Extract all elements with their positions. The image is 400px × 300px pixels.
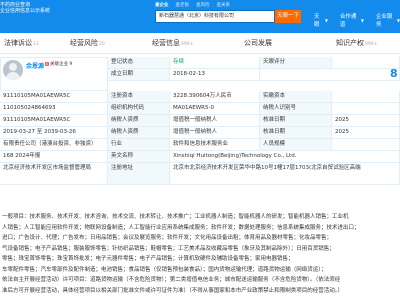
tab-count: 999+ <box>181 42 194 47</box>
info-row-6: 2019-03-27 至 2039-03-26 纳税人资质 增值税一般纳税人 核… <box>0 127 400 139</box>
avatar-body <box>6 72 20 80</box>
business-scope: 一般项目：技术服务、技术开发、技术咨询、技术交流、技术转让、技术推广；工业机器人… <box>0 212 400 300</box>
label-address: 注册地址 <box>108 163 170 185</box>
scope-line: 零售；珠宝首饰零售；珠宝首饰批发；电子元器件零售；电子产品销售；计算机软硬件及辅… <box>2 256 294 262</box>
value-registration-authority: 北京经济技术开发区市场监督管理局 <box>0 163 108 185</box>
label-taxpayer-qual: 纳税人资质 <box>108 115 170 127</box>
tab-label: 知识产权 <box>336 39 364 47</box>
value-staff-size <box>332 139 400 151</box>
tab-label: 公司发展 <box>244 39 272 47</box>
label-org-code: 组织机构代码 <box>108 103 170 115</box>
scope-line: 进口；广告设计、代理；广告发布；日用品销售；会议及展览服务；软件开发；文化用品设… <box>2 235 333 241</box>
label-approval-date: 核准日期 <box>260 115 332 127</box>
info-row-3: 91110105MA01AEWR5C 注册资本 3228.390604万人民币 … <box>0 91 400 103</box>
value-approval-date: 2025 <box>332 115 400 127</box>
value-company-type: 有限责任公司（港澳台投资、非独资） <box>0 139 108 151</box>
top-search-bar: 不的商业查询 企业信用信息公示系统 查企业 查老板 查风险 查关系 新石器慧通（… <box>0 0 400 33</box>
scope-line: 车零配件零售；汽车零部件及配件制造；电池销售；食品销售（仅销售预包装食品）；国内… <box>2 266 327 273</box>
label-english-name: 英文名称 <box>108 151 170 163</box>
related-company-tag[interactable]: 关关联企业 9 <box>45 61 72 67</box>
label-taxpayer-id: 纳税人识别号 <box>260 103 332 115</box>
tab-label: 法律诉讼 <box>4 39 32 47</box>
tab-development[interactable]: 公司发展 <box>218 38 308 48</box>
banner-line2: 企业信用信息公示系统 <box>0 8 51 14</box>
value-taxpayer-qual: 增值税一般纳税人 <box>170 115 260 127</box>
search-input[interactable]: 新石器慧通（北京）科技有限公司 <box>155 10 275 23</box>
tab-count: 999+ <box>365 42 378 47</box>
label-taxpayer-qual-2: 纳税人资质 <box>108 127 170 139</box>
section-tabs: 法律诉讼13 经营风险20 经营信息999+ 公司发展 知识产权999+ <box>0 33 400 54</box>
value-approval-date-2: 2025 <box>332 127 400 139</box>
search-tab-risk[interactable]: 查风险 <box>196 2 210 8</box>
info-row-2: 成立日期 2018-02-13 <box>108 69 400 81</box>
value-org-code: MA01AEWR5-0 <box>170 103 260 115</box>
label-approval-date-2: 核准日期 <box>260 127 332 139</box>
related-tag-label: 关联企业 9 <box>50 62 73 67</box>
value-registered-capital: 3228.390604万人民币 <box>170 91 260 103</box>
info-row-1: 登记状态 存续 天眼评分 <box>108 57 400 69</box>
scope-line: 人销售；人工智能应用软件开发；物联网设备制造；人工智能行业应用系统集成服务；软件… <box>2 224 360 231</box>
value-business-term: 2019-03-27 至 2039-03-26 <box>0 127 108 139</box>
label-score: 天眼评分 <box>260 57 332 69</box>
search-type-tabs: 查企业 查老板 查风险 查关系 <box>155 2 230 8</box>
top-link-enterprise[interactable]: 企业服务 ▼ <box>376 12 400 28</box>
value-established: 2018-02-13 <box>170 69 260 81</box>
label-registered-capital: 注册资本 <box>108 91 170 103</box>
scope-line: 气设备销售；电子产品销售；服装服饰零售；针纺织品销售；鞋帽零售；工艺美术品及收藏… <box>2 245 335 252</box>
search-button[interactable]: 天眼一下 <box>275 10 301 23</box>
tab-label: 经营风险 <box>70 39 98 47</box>
tab-operation[interactable]: 经营信息999+ <box>132 38 218 48</box>
avatar-head <box>9 63 17 71</box>
search-tab-relation[interactable]: 查关系 <box>217 2 231 8</box>
info-row-7: 有限责任公司（港澳台投资、非独资） 行业 软件和信息技术服务业 人员规模 <box>0 139 400 151</box>
info-row-4: 110105024864693 组织机构代码 MA01AEWR5-0 纳税人识别… <box>0 103 400 115</box>
tab-risk[interactable]: 经营风险20 <box>58 38 132 48</box>
tab-count: 13 <box>33 42 39 47</box>
cell-blank <box>260 69 400 81</box>
scope-line: 准后方可开展经营活动，具体经营项目以相关部门批准文件或许可证件为准）（不得从事国… <box>2 287 344 294</box>
site-banner: 不的商业查询 企业信用信息公示系统 <box>0 2 50 14</box>
value-credit-code: 91110105MA01AEWR5C <box>0 91 108 103</box>
top-link-tianyan[interactable]: 天眼 ▼ <box>314 12 328 28</box>
value-address[interactable]: 北京市北京经济技术开发区荣华中路10号1幢17层1703(北京自贸试验区高端 <box>170 163 400 185</box>
label-paid-capital: 实缴资本 <box>260 91 332 103</box>
value-english-name: Xinshiqi Huitong(Beijing)Technology Co.,… <box>170 151 400 163</box>
tab-ip[interactable]: 知识产权999+ <box>308 38 398 48</box>
value-reg-number: 110105024864693 <box>0 103 108 115</box>
value-taxpayer-qual-2: 增值税一般纳税人 <box>170 127 260 139</box>
label-industry: 行业 <box>108 139 170 151</box>
tab-label: 经营信息 <box>152 39 180 47</box>
top-link-partner[interactable]: 合作通道 ▼ <box>340 12 364 28</box>
top-link-label: 企业服务 <box>375 14 393 28</box>
search-tab-company[interactable]: 查企业 <box>155 2 169 8</box>
related-icon: 关 <box>45 61 49 66</box>
value-taxpayer-id <box>332 103 400 115</box>
search-tab-boss[interactable]: 查老板 <box>176 2 190 8</box>
label-status: 登记状态 <box>108 57 170 69</box>
value-status: 存续 <box>170 57 260 69</box>
label-staff-size: 人员规模 <box>260 139 332 151</box>
chevron-down-icon: ▼ <box>360 17 364 23</box>
avatar[interactable] <box>3 60 23 80</box>
label-established: 成立日期 <box>108 69 170 81</box>
company-info-table: 余恩源 关关联企业 9 登记状态 存续 天眼评分 成立日期 2018-02-13… <box>0 57 400 200</box>
info-row-9: 北京经济技术开发区市场监督管理局 注册地址 北京市北京经济技术开发区荣华中路10… <box>0 163 400 185</box>
info-row-5: 91110105MA01AEWR5C 纳税人资质 增值税一般纳税人 核准日期 2… <box>0 115 400 127</box>
tab-legal[interactable]: 法律诉讼13 <box>0 38 58 48</box>
scope-line: 依法自主开展经营活动）许可项目：道路货物运输（不含危险货物）；第二类增值电信业务… <box>2 277 341 283</box>
value-insured: 168 2024年报 <box>0 151 108 163</box>
chevron-down-icon: ▼ <box>324 17 328 23</box>
top-links: 天眼 ▼ 合作通道 ▼ 企业服务 ▼ <box>314 12 400 28</box>
legal-rep-cell: 余恩源 关关联企业 9 <box>0 57 108 91</box>
value-credit-code-2: 91110105MA01AEWR5C <box>0 115 108 127</box>
legal-rep-name[interactable]: 余恩源 <box>26 61 44 70</box>
top-link-label: 合作通道 <box>339 14 357 28</box>
value-industry: 软件和信息技术服务业 <box>170 139 260 151</box>
tab-count: 20 <box>99 42 105 47</box>
top-link-label: 天眼 <box>314 14 320 28</box>
info-row-8: 168 2024年报 英文名称 Xinshiqi Huitong(Beijing… <box>0 151 400 163</box>
value-paid-capital <box>332 91 400 103</box>
scope-line: 一般项目：技术服务、技术开发、技术咨询、技术交流、技术转让、技术推广；工业机器人… <box>2 214 349 220</box>
tianyan-score[interactable]: 8 <box>390 67 398 80</box>
